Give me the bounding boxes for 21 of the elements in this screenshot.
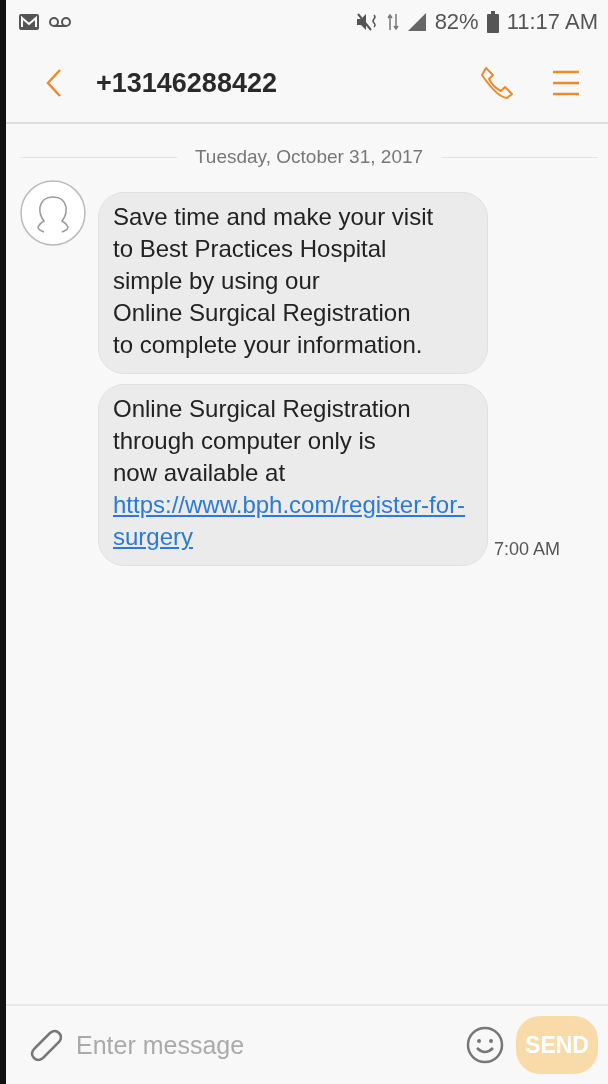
- battery-icon: [486, 11, 499, 33]
- emoji-icon[interactable]: [466, 1026, 504, 1064]
- attachment-icon[interactable]: [28, 1027, 62, 1063]
- registration-link[interactable]: https://www.bph.com/register-for-surgery: [113, 489, 473, 553]
- message-time: 7:00 AM: [494, 539, 561, 560]
- data-arrows-icon: [386, 12, 399, 32]
- menu-icon[interactable]: [552, 69, 580, 97]
- signal-icon: [406, 12, 427, 32]
- voicemail-icon: [48, 15, 72, 29]
- mail-icon: [18, 13, 40, 31]
- clock-time: 11:17 AM: [506, 9, 598, 35]
- mute-icon: [354, 12, 379, 32]
- battery-percent: 82%: [434, 9, 479, 35]
- message-input[interactable]: Enter message: [74, 1029, 454, 1061]
- message-bubble: Save time and make your visit to Best Practices Hospital simple by using our Online Surgical Registration to complete your information.: [98, 192, 488, 374]
- date-divider: Tuesday, October 31, 2017: [194, 146, 424, 168]
- contact-number: +13146288422: [96, 67, 277, 99]
- back-icon[interactable]: [46, 68, 62, 98]
- phone-icon[interactable]: [480, 66, 514, 100]
- avatar-icon: [20, 180, 86, 246]
- message-bubble: Online Surgical Registration through computer only is now available at https://www.bph.com/register-for-surgery: [98, 384, 488, 566]
